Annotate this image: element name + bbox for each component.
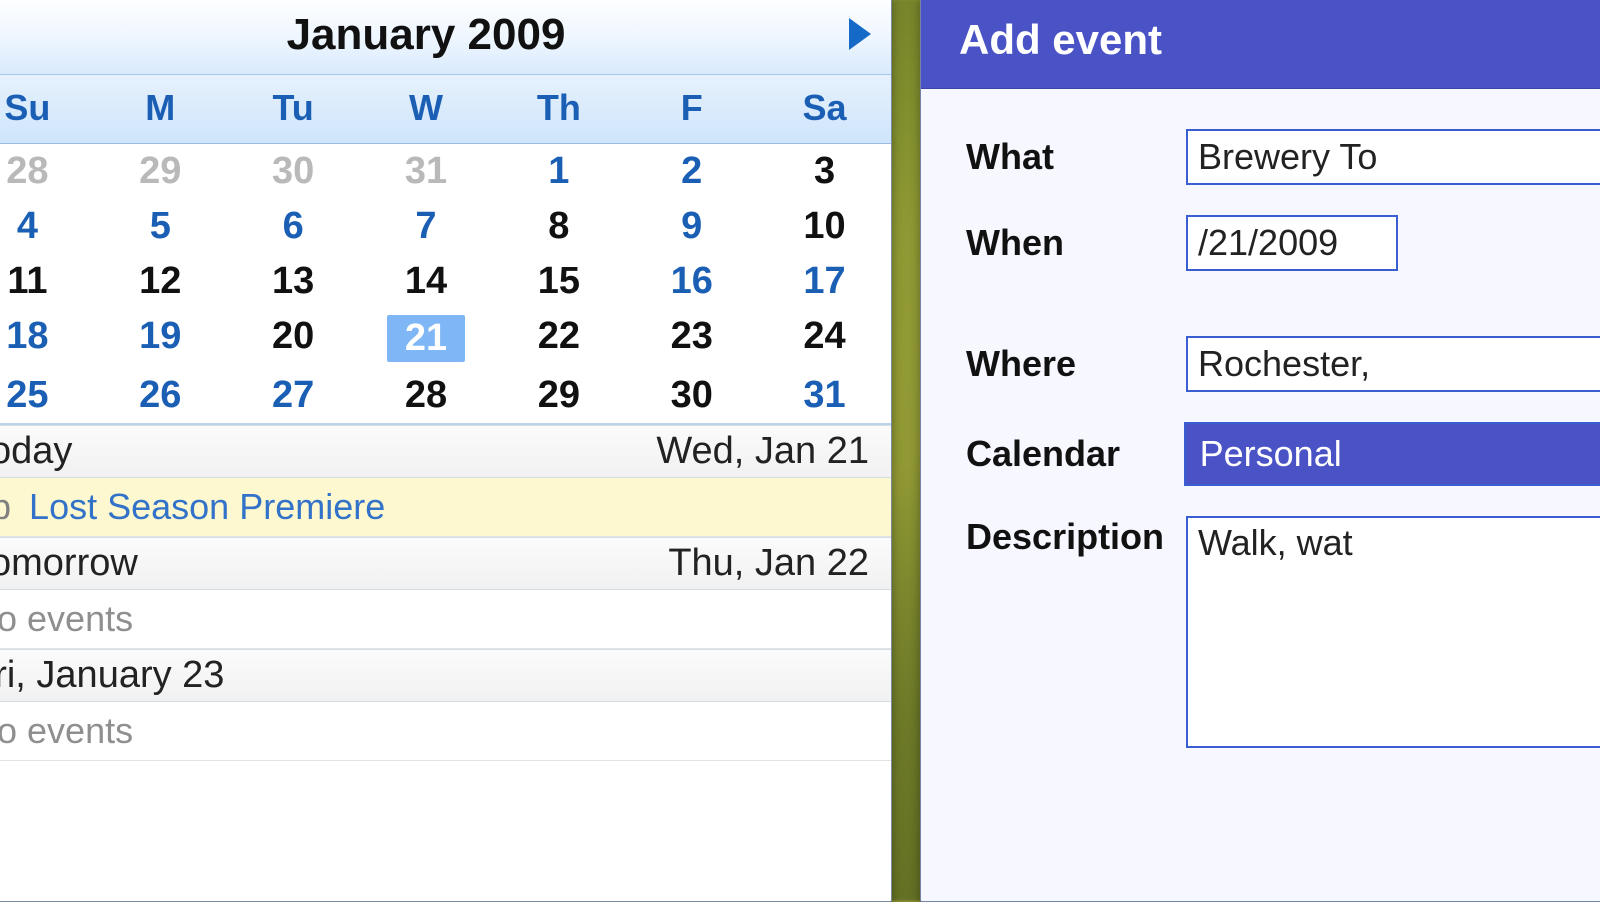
weekday-header-row: Su M Tu W Th F Sa: [0, 75, 891, 144]
date-cell[interactable]: 26: [94, 368, 227, 423]
date-cell[interactable]: 24: [758, 309, 891, 368]
date-cell[interactable]: 6: [227, 199, 360, 254]
label-where: Where: [966, 343, 1186, 385]
weekday-fr: F: [625, 75, 758, 143]
row-when: When: [966, 215, 1600, 271]
add-event-form: What When Where Calendar Personal Descri…: [921, 89, 1600, 748]
date-cell[interactable]: 30: [227, 144, 360, 199]
date-cell[interactable]: 11: [0, 254, 94, 309]
calendar-month-title: January 2009: [287, 10, 566, 60]
date-cell[interactable]: 27: [227, 368, 360, 423]
agenda-list: Today Wed, Jan 21 8p Lost Season Premiere To…: [0, 423, 891, 761]
date-cell[interactable]: 18: [0, 309, 94, 368]
date-cell[interactable]: 1: [492, 144, 625, 199]
date-cell[interactable]: 29: [492, 368, 625, 423]
date-cell[interactable]: 10: [758, 199, 891, 254]
date-cell[interactable]: 29: [94, 144, 227, 199]
when-input[interactable]: [1186, 215, 1398, 271]
date-cell[interactable]: 19: [94, 309, 227, 368]
date-cell[interactable]: 8: [492, 199, 625, 254]
weekday-we: W: [360, 75, 493, 143]
date-cell[interactable]: 20: [227, 309, 360, 368]
label-description: Description: [966, 516, 1186, 558]
row-calendar: Calendar Personal: [966, 422, 1600, 486]
agenda-empty: No events: [0, 590, 891, 649]
date-cell[interactable]: 13: [227, 254, 360, 309]
date-cell[interactable]: 21: [360, 309, 493, 368]
date-cell[interactable]: 5: [94, 199, 227, 254]
what-input[interactable]: [1186, 129, 1600, 185]
agenda-header: Today Wed, Jan 21: [0, 425, 891, 478]
date-cell[interactable]: 12: [94, 254, 227, 309]
agenda-event-title: Lost Season Premiere: [29, 486, 385, 528]
date-cell[interactable]: 28: [360, 368, 493, 423]
date-cell[interactable]: 31: [360, 144, 493, 199]
date-cell[interactable]: 22: [492, 309, 625, 368]
date-cell[interactable]: 15: [492, 254, 625, 309]
date-cell[interactable]: 2: [625, 144, 758, 199]
agenda-event-time: 8p: [0, 486, 11, 528]
dates-grid: 2829303112345678910111213141516171819202…: [0, 144, 891, 423]
add-event-panel: Add event What When Where Calendar Perso…: [920, 0, 1600, 902]
date-cell[interactable]: 4: [0, 199, 94, 254]
date-cell[interactable]: 31: [758, 368, 891, 423]
label-what: What: [966, 136, 1186, 178]
agenda-header: Fri, January 23: [0, 649, 891, 702]
weekday-su: Su: [0, 75, 94, 143]
description-textarea[interactable]: Walk, wat: [1186, 516, 1600, 748]
label-when: When: [966, 222, 1186, 264]
agenda-header-right: Thu, Jan 22: [668, 542, 869, 585]
date-cell[interactable]: 17: [758, 254, 891, 309]
calendar-select[interactable]: Personal: [1184, 422, 1600, 486]
date-cell[interactable]: 23: [625, 309, 758, 368]
agenda-header-left: Tomorrow: [0, 542, 138, 585]
agenda-header-left: Fri, January 23: [0, 654, 224, 697]
agenda-empty: No events: [0, 702, 891, 761]
weekday-th: Th: [492, 75, 625, 143]
date-cell[interactable]: 28: [0, 144, 94, 199]
label-calendar: Calendar: [966, 433, 1184, 475]
date-cell[interactable]: 9: [625, 199, 758, 254]
agenda-event[interactable]: 8p Lost Season Premiere: [0, 478, 891, 537]
agenda-header-left: Today: [0, 430, 72, 473]
row-where: Where: [966, 336, 1600, 392]
date-cell[interactable]: 25: [0, 368, 94, 423]
calendar-titlebar: January 2009: [0, 0, 891, 75]
row-what: What: [966, 129, 1600, 185]
date-cell[interactable]: 16: [625, 254, 758, 309]
agenda-header-right: Wed, Jan 21: [656, 430, 869, 473]
date-cell[interactable]: 7: [360, 199, 493, 254]
weekday-sa: Sa: [758, 75, 891, 143]
weekday-mo: M: [94, 75, 227, 143]
where-input[interactable]: [1186, 336, 1600, 392]
add-event-title: Add event: [921, 0, 1600, 89]
row-description: Description Walk, wat: [966, 516, 1600, 748]
date-cell[interactable]: 14: [360, 254, 493, 309]
date-cell[interactable]: 30: [625, 368, 758, 423]
date-cell[interactable]: 3: [758, 144, 891, 199]
weekday-tu: Tu: [227, 75, 360, 143]
calendar-panel: January 2009 Su M Tu W Th F Sa 282930311…: [0, 0, 892, 902]
next-month-icon[interactable]: [849, 18, 871, 50]
agenda-header: Tomorrow Thu, Jan 22: [0, 537, 891, 590]
